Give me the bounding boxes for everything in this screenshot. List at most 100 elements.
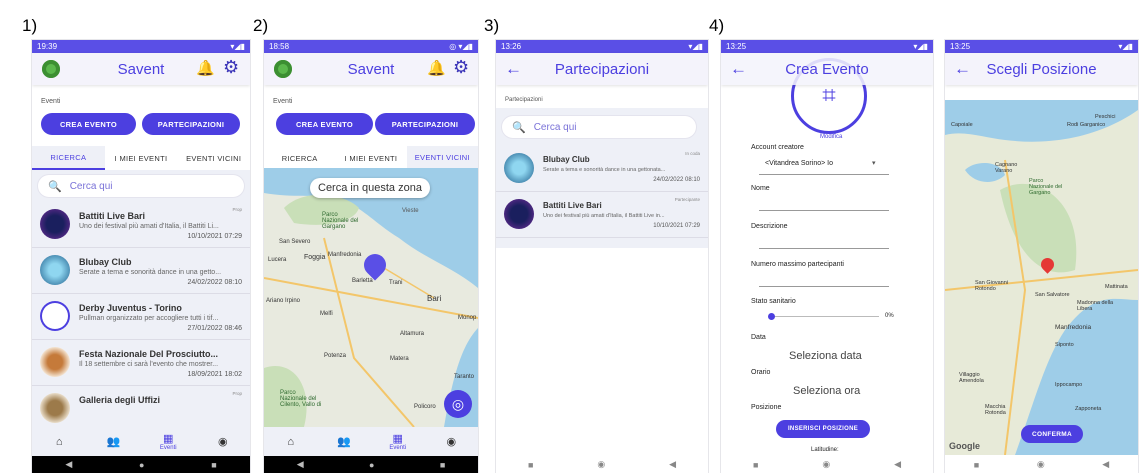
back-arrow-icon[interactable]: ← (505, 59, 522, 79)
dropdown-caret-icon[interactable]: ▾ (872, 159, 876, 167)
home-circle-icon[interactable]: ◉ (1037, 459, 1045, 470)
map-view[interactable]: Cerca in questa zona Vieste Parco Nazion… (264, 168, 478, 427)
screenshot-label-4: 4) (709, 16, 725, 35)
list-item[interactable]: Festa Nazionale Del Prosciutto... Il 18 … (32, 340, 250, 386)
notification-bell-icon[interactable]: 🔔 (196, 59, 215, 77)
map-place: Capoiale (951, 122, 973, 128)
event-title: Blubay Club (79, 257, 132, 267)
back-triangle-icon[interactable]: ◀ (65, 459, 72, 470)
page-title: Scegli Posizione (986, 60, 1097, 78)
create-event-button[interactable]: CREA EVENTO (276, 113, 373, 135)
calendar-icon: ▦ (392, 433, 403, 445)
tab-bar: RICERCA I MIEI EVENTI EVENTI VICINI (264, 146, 478, 170)
app-title: Savent (347, 60, 395, 78)
confirm-button[interactable]: CONFERMA (1021, 425, 1083, 443)
nav-home-icon[interactable]: ⌂ (264, 427, 318, 456)
tab-miei-eventi[interactable]: I MIEI EVENTI (105, 146, 178, 170)
screen-5-choose-position: 13:25 ▾◢▮ ← Scegli Posizione Peschici Rod… (945, 40, 1138, 473)
back-arrow-icon[interactable]: ← (730, 59, 747, 79)
settings-gear-icon[interactable]: ⚙ (223, 57, 239, 78)
nav-home-icon[interactable]: ⌂ (32, 427, 87, 456)
event-title: Festa Nazionale Del Prosciutto... (79, 349, 219, 359)
edit-image-link[interactable]: Modifica (817, 134, 846, 140)
description-label: Descrizione (751, 223, 788, 230)
search-input[interactable]: 🔍 Cerca qui (38, 175, 244, 197)
list-item[interactable]: Prop Galleria degli Uffizi (32, 386, 250, 431)
search-area-button[interactable]: Cerca in questa zona (310, 178, 430, 198)
system-nav-bar: ◀ ● ■ (264, 456, 478, 473)
event-date: 10/10/2021 07:29 (653, 223, 700, 229)
account-label: Account creatore (751, 144, 804, 151)
list-item[interactable]: In coda Blubay Club Serate a tema e sono… (496, 146, 708, 192)
recents-square-icon[interactable]: ■ (753, 460, 758, 470)
event-date: 27/01/2022 08:46 (187, 325, 243, 332)
map-place: Parco Nazionale del Gargano (1029, 178, 1063, 196)
back-arrow-icon[interactable]: ← (954, 59, 971, 79)
tab-eventi-vicini[interactable]: EVENTI VICINI (177, 146, 250, 170)
google-logo: Google (949, 441, 980, 451)
recents-square-icon[interactable]: ■ (211, 460, 216, 470)
map-place: Policoro (414, 404, 436, 410)
list-item[interactable]: Prop Battiti Live Bari Uno dei festival … (32, 202, 250, 248)
event-avatar (40, 301, 70, 331)
home-circle-icon[interactable]: ● (139, 460, 144, 470)
participations-button[interactable]: PARTECIPAZIONI (142, 113, 240, 135)
home-circle-icon[interactable]: ◉ (822, 459, 830, 470)
tab-ricerca[interactable]: RICERCA (32, 146, 105, 170)
tab-miei-eventi[interactable]: I MIEI EVENTI (335, 146, 406, 170)
back-triangle-icon[interactable]: ◀ (669, 459, 676, 470)
list-item[interactable]: Derby Juventus - Torino Pullman organizz… (32, 294, 250, 340)
status-time: 18:58 (269, 42, 290, 51)
insert-position-button[interactable]: INSERISCI POSIZIONE (776, 420, 870, 438)
back-triangle-icon[interactable]: ◀ (297, 459, 304, 470)
nav-account-icon[interactable]: ◉ (196, 427, 251, 456)
locate-me-icon[interactable]: ◎ (444, 390, 472, 418)
tab-ricerca[interactable]: RICERCA (264, 146, 335, 170)
map-place: Ariano Irpino (266, 298, 301, 304)
map-place: Monop (458, 315, 477, 321)
max-participants-field[interactable] (759, 286, 889, 287)
nav-events[interactable]: ▦ Eventi (371, 427, 425, 456)
back-triangle-icon[interactable]: ◀ (1102, 459, 1109, 470)
system-nav-bar: ■ ◉ ◀ (496, 456, 708, 473)
name-field[interactable] (759, 210, 889, 211)
list-item[interactable]: Partecipante Battiti Live Bari Uno dei f… (496, 192, 708, 238)
event-title: Battiti Live Bari (79, 211, 146, 221)
latitude-label: Latitudine: (811, 447, 839, 453)
search-input[interactable]: 🔍 Cerca qui (502, 116, 696, 138)
map-view[interactable]: Peschici Rodi Garganico Capoiale Cagnano… (945, 100, 1138, 455)
home-circle-icon[interactable]: ◉ (597, 459, 605, 470)
search-icon: 🔍 (512, 121, 526, 134)
map-place: Matera (390, 356, 409, 362)
app-logo-icon (274, 60, 292, 78)
health-status-slider[interactable] (771, 316, 879, 317)
list-item[interactable]: Blubay Club Serate a tema e sonorità dan… (32, 248, 250, 294)
event-desc: Uno dei festival più amati d'Italia, il … (79, 223, 219, 230)
status-time: 13:26 (501, 42, 522, 51)
home-circle-icon[interactable]: ● (369, 460, 374, 470)
recents-square-icon[interactable]: ■ (528, 460, 533, 470)
tab-eventi-vicini[interactable]: EVENTI VICINI (406, 146, 478, 170)
nav-events[interactable]: ▦ Eventi (141, 427, 196, 456)
recents-square-icon[interactable]: ■ (440, 460, 445, 470)
recents-square-icon[interactable]: ■ (974, 460, 979, 470)
participations-button[interactable]: PARTECIPAZIONI (375, 113, 475, 135)
settings-gear-icon[interactable]: ⚙ (453, 57, 469, 78)
event-tag: Partecipante (674, 197, 700, 202)
nav-people-icon[interactable]: 👥 (87, 427, 142, 456)
description-field[interactable] (759, 248, 889, 249)
date-picker[interactable]: Seleziona data (789, 350, 862, 362)
account-select[interactable]: <Vitandrea Sorino> Io (765, 160, 833, 167)
create-event-button[interactable]: CREA EVENTO (41, 113, 136, 135)
nav-account-icon[interactable]: ◉ (425, 427, 479, 456)
slider-thumb[interactable] (768, 313, 775, 320)
back-triangle-icon[interactable]: ◀ (894, 459, 901, 470)
system-nav-bar: ■ ◉ ◀ (721, 456, 933, 473)
nav-people-icon[interactable]: 👥 (318, 427, 372, 456)
time-picker[interactable]: Seleziona ora (793, 385, 860, 397)
map-place: Melfi (320, 311, 333, 317)
notification-bell-icon[interactable]: 🔔 (427, 59, 446, 77)
status-time: 13:25 (950, 42, 971, 51)
health-status-value: 0% (885, 313, 894, 319)
status-time: 19:39 (37, 42, 58, 51)
